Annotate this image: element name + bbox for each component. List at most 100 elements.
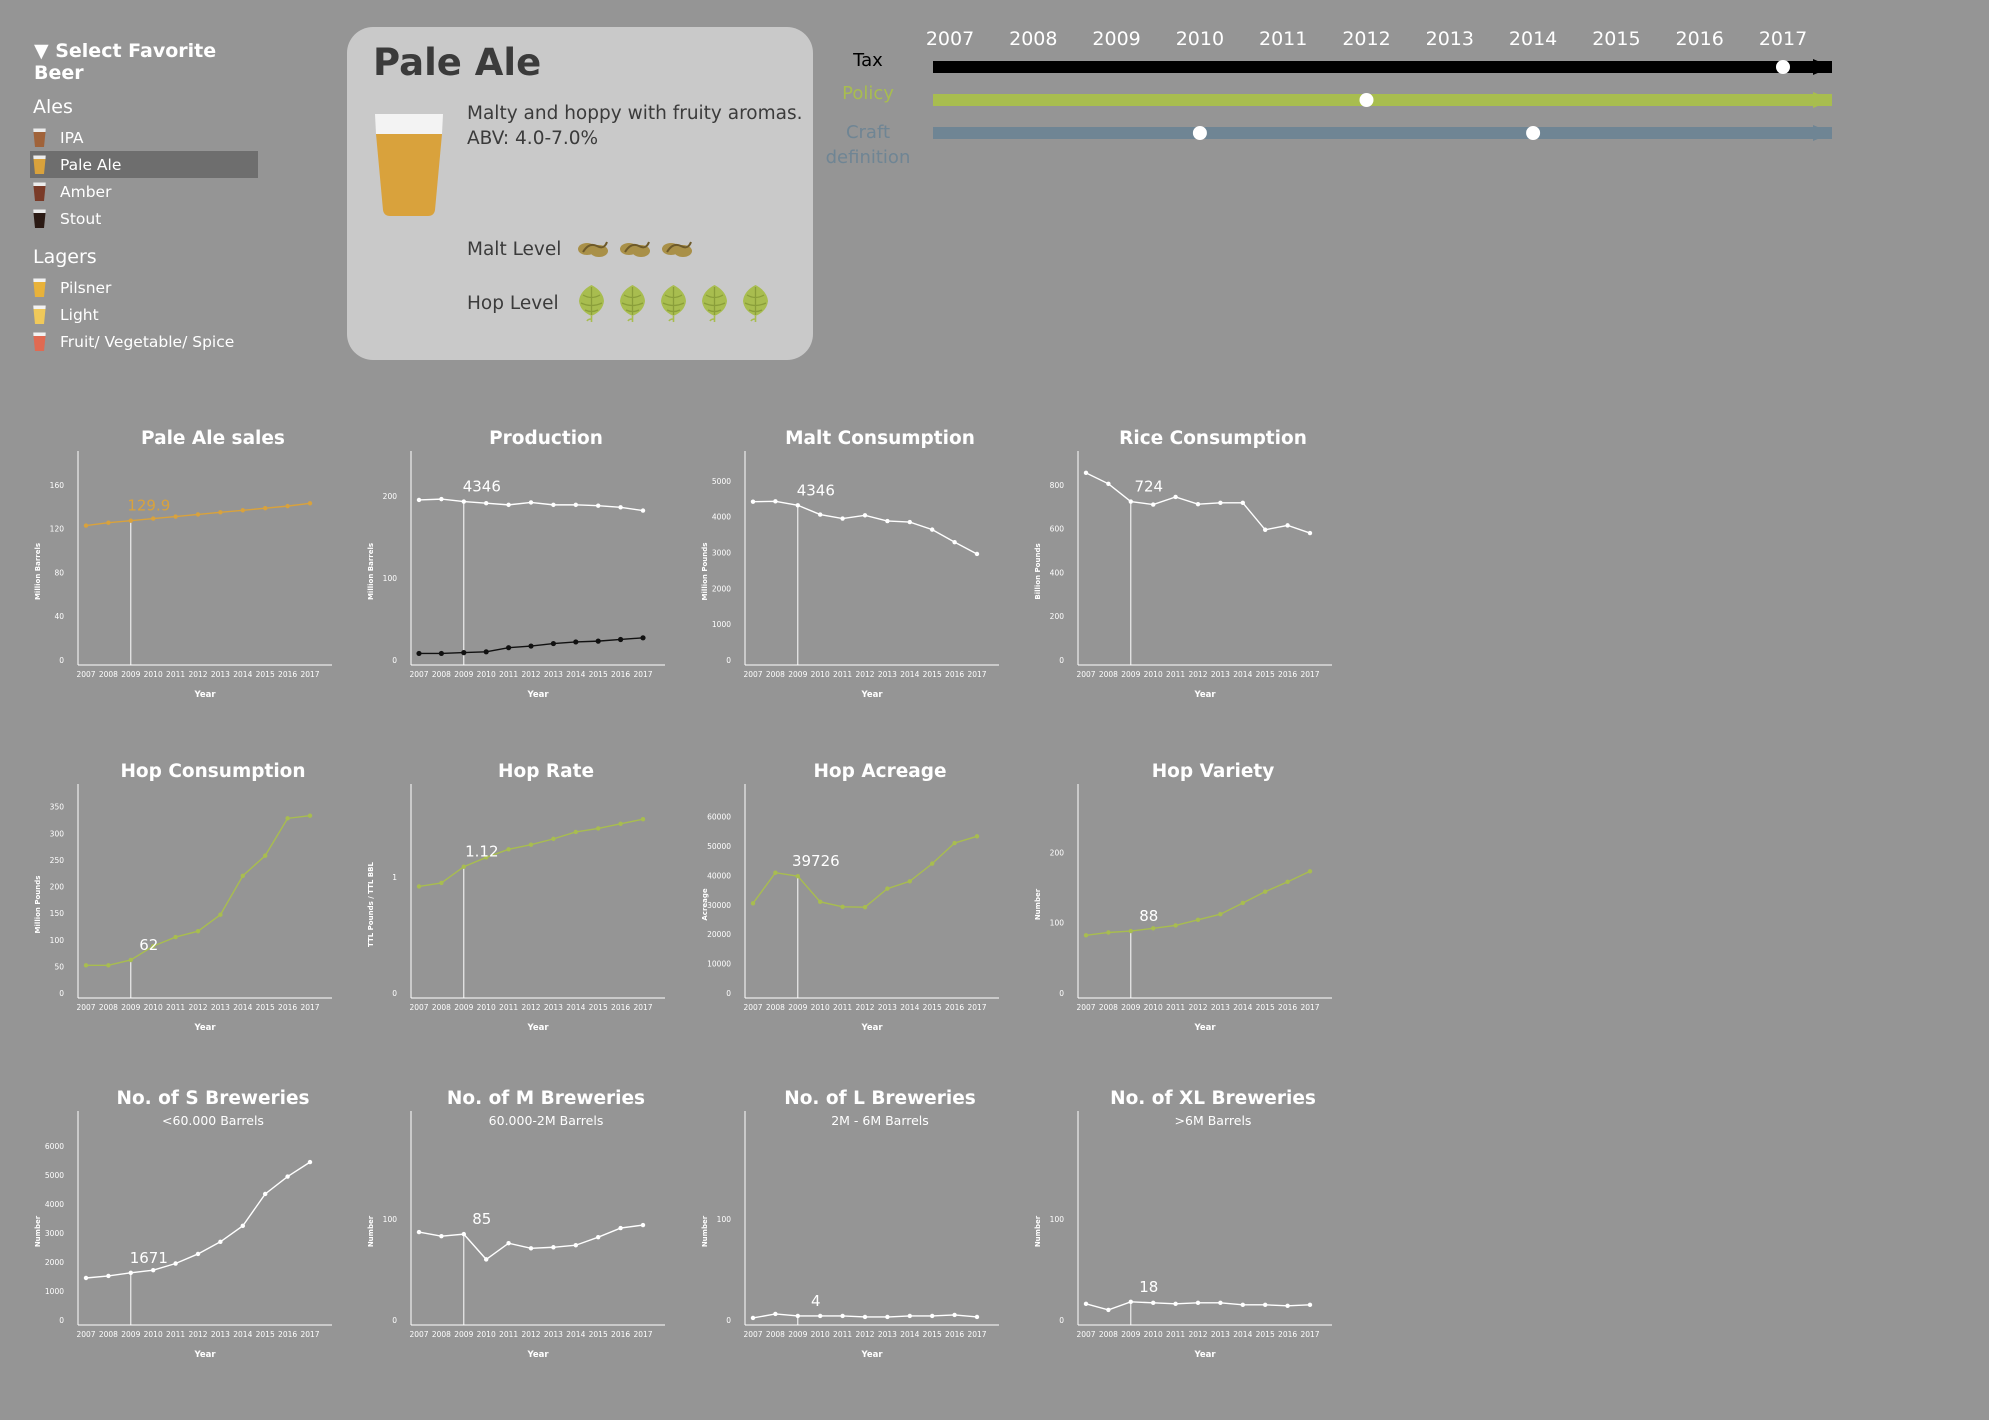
data-point[interactable] <box>506 847 511 852</box>
timeline-event-policy-2012[interactable] <box>1359 93 1374 107</box>
data-point[interactable] <box>240 873 245 879</box>
data-point[interactable] <box>795 503 800 508</box>
data-point[interactable] <box>640 508 646 513</box>
data-point[interactable] <box>773 870 778 875</box>
data-point[interactable] <box>1240 500 1245 506</box>
data-point[interactable] <box>1128 1299 1133 1305</box>
data-point[interactable] <box>83 523 89 528</box>
data-point[interactable] <box>106 520 111 525</box>
data-point[interactable] <box>750 1315 756 1321</box>
data-point[interactable] <box>439 880 444 886</box>
data-point[interactable] <box>551 836 556 842</box>
data-point[interactable] <box>907 519 912 525</box>
data-point[interactable] <box>106 1273 111 1279</box>
data-point[interactable] <box>1218 1300 1223 1306</box>
data-point[interactable] <box>218 510 223 515</box>
data-point[interactable] <box>263 1191 268 1197</box>
data-point[interactable] <box>263 853 268 858</box>
data-point[interactable] <box>128 957 133 963</box>
data-point[interactable] <box>1263 889 1268 894</box>
data-point[interactable] <box>1151 1300 1156 1306</box>
data-point[interactable] <box>840 516 845 521</box>
data-point[interactable] <box>974 551 980 557</box>
data-point[interactable] <box>952 1312 957 1318</box>
data-point[interactable] <box>618 636 624 643</box>
data-point[interactable] <box>439 496 444 502</box>
data-point[interactable] <box>550 640 556 647</box>
beer-option-pale-ale[interactable]: Pale Ale <box>30 151 258 178</box>
data-point[interactable] <box>128 1270 133 1275</box>
data-point[interactable] <box>1106 1307 1111 1313</box>
data-point[interactable] <box>1173 1301 1178 1307</box>
data-point[interactable] <box>907 1313 912 1319</box>
data-point[interactable] <box>1083 1301 1089 1307</box>
data-point[interactable] <box>128 518 133 523</box>
data-point[interactable] <box>461 650 467 656</box>
data-point[interactable] <box>307 813 313 818</box>
data-point[interactable] <box>1195 1300 1201 1306</box>
data-point[interactable] <box>263 506 268 511</box>
data-point[interactable] <box>173 1261 178 1266</box>
data-point[interactable] <box>307 501 313 506</box>
data-point[interactable] <box>596 826 601 831</box>
data-point[interactable] <box>1128 499 1133 504</box>
data-point[interactable] <box>285 816 290 821</box>
data-point[interactable] <box>528 643 534 649</box>
data-point[interactable] <box>528 842 534 847</box>
data-point[interactable] <box>952 840 957 846</box>
timeline-event-craft-definition-2014[interactable] <box>1526 126 1541 140</box>
data-point[interactable] <box>151 1267 156 1273</box>
data-point[interactable] <box>151 516 156 521</box>
data-point[interactable] <box>1128 928 1133 934</box>
data-point[interactable] <box>461 1231 466 1237</box>
data-point[interactable] <box>83 1275 89 1281</box>
data-point[interactable] <box>195 512 201 517</box>
beer-option-stout[interactable]: Stout <box>30 205 258 232</box>
data-point[interactable] <box>1083 470 1089 476</box>
data-point[interactable] <box>885 1314 890 1320</box>
data-point[interactable] <box>551 502 556 508</box>
data-point[interactable] <box>974 834 980 839</box>
data-point[interactable] <box>573 829 578 835</box>
beer-option-ipa[interactable]: IPA <box>30 124 258 151</box>
data-point[interactable] <box>218 912 223 917</box>
data-point[interactable] <box>1263 1302 1268 1308</box>
data-point[interactable] <box>618 1225 623 1231</box>
beer-option-fruit-vegetable-spice[interactable]: Fruit/ Vegetable/ Spice <box>30 328 258 355</box>
data-point[interactable] <box>528 500 534 505</box>
data-point[interactable] <box>1195 501 1201 507</box>
data-point[interactable] <box>595 638 601 644</box>
data-point[interactable] <box>930 861 935 866</box>
data-point[interactable] <box>461 499 466 504</box>
data-point[interactable] <box>573 502 578 508</box>
data-point[interactable] <box>173 514 178 519</box>
data-point[interactable] <box>773 499 778 504</box>
data-point[interactable] <box>484 1257 489 1262</box>
data-point[interactable] <box>1151 926 1156 931</box>
data-point[interactable] <box>506 645 512 651</box>
data-point[interactable] <box>573 639 579 645</box>
data-point[interactable] <box>952 539 957 545</box>
data-point[interactable] <box>618 505 623 510</box>
data-point[interactable] <box>795 1313 800 1319</box>
data-point[interactable] <box>218 1239 223 1244</box>
data-point[interactable] <box>285 503 290 509</box>
data-point[interactable] <box>1151 502 1156 507</box>
data-point[interactable] <box>818 1313 823 1319</box>
data-point[interactable] <box>750 499 756 504</box>
data-point[interactable] <box>840 1313 845 1319</box>
data-point[interactable] <box>1285 1303 1290 1309</box>
data-point[interactable] <box>618 821 623 827</box>
data-point[interactable] <box>862 513 868 518</box>
data-point[interactable] <box>573 1243 578 1248</box>
data-point[interactable] <box>1285 879 1290 885</box>
data-point[interactable] <box>483 649 489 655</box>
data-point[interactable] <box>173 934 178 940</box>
data-point[interactable] <box>1083 933 1089 938</box>
data-point[interactable] <box>1240 900 1245 906</box>
data-point[interactable] <box>930 1313 935 1319</box>
data-point[interactable] <box>840 904 845 910</box>
data-point[interactable] <box>1307 530 1313 536</box>
data-point[interactable] <box>195 1251 201 1257</box>
data-point[interactable] <box>1106 481 1111 486</box>
